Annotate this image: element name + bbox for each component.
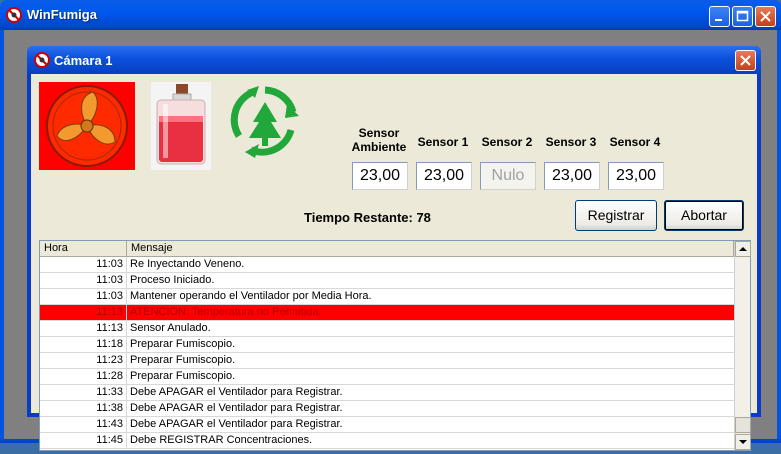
abortar-button[interactable]: Abortar [664,200,744,231]
maximize-icon [736,10,749,22]
sensor-ambiente-label: Sensor Ambiente [351,126,407,154]
fan-image [39,82,135,170]
log-row[interactable]: 11:43 Debe APAGAR el Ventilador para Regi… [40,417,734,433]
sensor-2-label: Sensor 2 [481,135,533,149]
log-cell-mensaje: Proceso Iniciado. [130,274,215,286]
camara-window: Cámara 1 Sensor Ambiente Sensor 1 Sensor… [27,46,761,451]
log-cell-mensaje: ATENCION: Temperatura no Permitida. [130,306,322,318]
log-cell-mensaje: Preparar Fumiscopio. [130,370,236,382]
log-row[interactable]: 11:28 Preparar Fumiscopio. [40,369,734,385]
log-cell-hora: 11:03 [40,289,127,305]
log-row[interactable]: 11:03 Re Inyectando Veneno. [40,257,734,273]
log-cell-mensaje: Preparar Fumiscopio. [130,338,236,350]
sensor-3-label: Sensor 3 [545,135,597,149]
fan-icon [46,85,128,167]
log-cell-hora: 11:33 [40,385,127,401]
log-cell-hora: 11:18 [40,337,127,353]
log-grid-header: Hora Mensaje [40,241,734,257]
log-row[interactable]: 11:45 Debe REGISTRAR Concentraciones. [40,433,734,449]
log-cell-hora: 11:23 [40,353,127,369]
tiempo-restante: Tiempo Restante: 78 [304,210,431,225]
sensor-1-field[interactable]: 23,00 [416,162,472,190]
sensor-4-field[interactable]: 23,00 [608,162,664,190]
column-header-hora[interactable]: Hora [40,241,127,257]
sensor-3-field[interactable]: 23,00 [544,162,600,190]
log-grid[interactable]: Hora Mensaje 11:03 Re Inyectando Veneno. 1… [39,240,751,451]
close-button[interactable] [755,6,776,27]
sensor-1-label: Sensor 1 [417,135,469,149]
camara-close-button[interactable] [735,50,756,71]
scroll-up-button[interactable] [735,241,751,257]
log-row[interactable]: 11:23 Preparar Fumiscopio. [40,353,734,369]
sensor-ambiente-field[interactable]: 23,00 [352,162,408,190]
log-cell-hora: 11:38 [40,401,127,417]
log-scrollbar[interactable] [734,241,751,450]
no-entry-icon [34,52,50,68]
log-cell-hora: 11:45 [40,433,127,449]
log-cell-mensaje: Debe REGISTRAR Concentraciones. [130,434,313,446]
log-cell-hora: 11:13 [40,321,127,337]
log-cell-mensaje: Preparar Fumiscopio. [130,354,236,366]
scroll-thumb[interactable] [735,417,751,433]
maximize-button[interactable] [732,6,753,27]
arrow-down-icon [739,440,747,444]
log-cell-hora: 11:03 [40,257,127,273]
log-cell-hora: 11:28 [40,369,127,385]
close-icon [760,11,771,22]
scroll-down-button[interactable] [735,434,751,450]
arrow-up-icon [739,247,747,251]
log-row[interactable]: 11:33 Debe APAGAR el Ventilador para Regi… [40,385,734,401]
log-cell-hora: 11:43 [40,417,127,433]
recycle-tree-icon [230,86,299,158]
column-header-mensaje[interactable]: Mensaje [127,241,734,257]
camara-title: Cámara 1 [54,53,113,68]
log-row[interactable]: 11:13 Sensor Anulado. [40,321,734,337]
log-row[interactable]: 11:03 Mantener operando el Ventilador por… [40,289,734,305]
minimize-button[interactable] [709,6,730,27]
camara-titlebar[interactable]: Cámara 1 [27,46,761,74]
sensor-2-field: Nulo [480,162,536,190]
log-row[interactable]: 11:38 Debe APAGAR el Ventilador para Regi… [40,401,734,417]
poison-bottle-icon [156,84,206,165]
log-cell-mensaje: Sensor Anulado. [130,322,211,334]
log-cell-mensaje: Debe APAGAR el Ventilador para Registrar… [130,418,343,430]
log-cell-mensaje: Debe APAGAR el Ventilador para Registrar… [130,402,343,414]
no-entry-icon [6,7,22,23]
log-cell-mensaje: Debe APAGAR el Ventilador para Registrar… [130,386,343,398]
sensor-4-label: Sensor 4 [609,135,661,149]
app-window: WinFumiga Cámara 1 Sensor Ambiente Senso… [0,0,781,451]
app-titlebar[interactable]: WinFumiga [0,0,781,30]
log-row-alert[interactable]: 11:13 ATENCION: Temperatura no Permitida. [40,305,734,321]
log-cell-hora: 11:13 [40,305,127,321]
log-cell-mensaje: Mantener operando el Ventilador por Medi… [130,290,372,302]
close-icon [740,55,751,66]
minimize-icon [715,19,722,21]
log-row[interactable]: 11:18 Preparar Fumiscopio. [40,337,734,353]
log-cell-hora: 11:03 [40,273,127,289]
app-title: WinFumiga [27,7,97,22]
log-row[interactable]: 11:03 Proceso Iniciado. [40,273,734,289]
log-cell-mensaje: Re Inyectando Veneno. [130,258,245,270]
poison-bottle-image [151,82,211,170]
camara-body: Sensor Ambiente Sensor 1 Sensor 2 Sensor… [31,74,757,451]
registrar-button[interactable]: Registrar [575,200,657,231]
